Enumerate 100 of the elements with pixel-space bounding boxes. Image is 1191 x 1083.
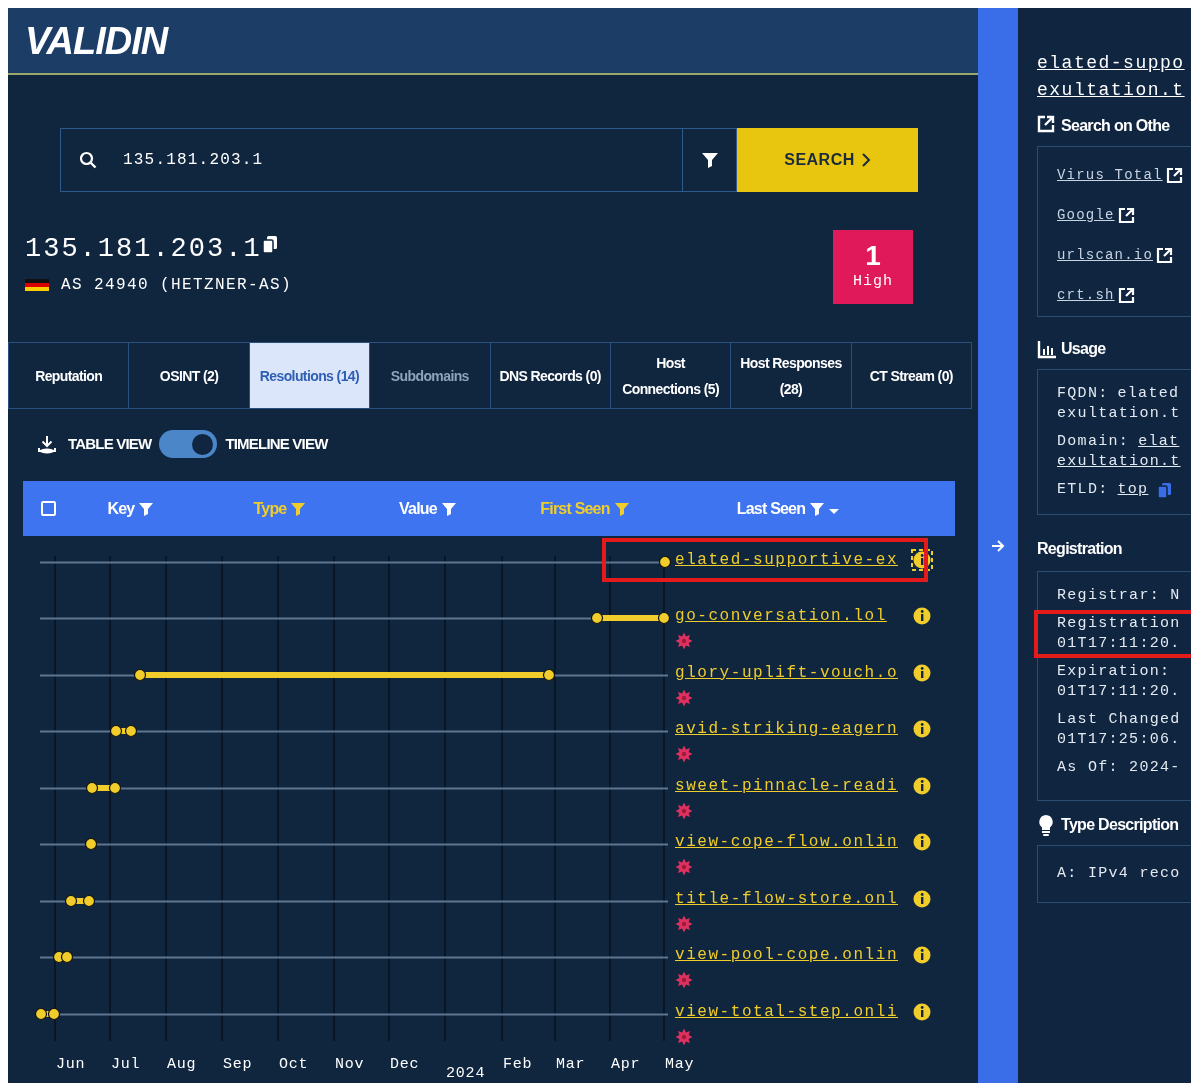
domain-link[interactable]: sweet-pinnacle-readi bbox=[675, 776, 899, 796]
copy-icon[interactable] bbox=[261, 235, 278, 254]
logo[interactable]: VALIDIN bbox=[25, 21, 168, 60]
external-link-icon bbox=[1156, 247, 1173, 264]
registration-value: 01T17:11:20. bbox=[1057, 634, 1182, 654]
timeline-bar[interactable] bbox=[85, 781, 122, 795]
table-view-label: TABLE VIEW bbox=[68, 433, 152, 454]
info-icon[interactable] bbox=[911, 888, 933, 910]
timeline-bar[interactable] bbox=[133, 668, 556, 682]
filter-icon[interactable] bbox=[809, 500, 826, 517]
tab[interactable]: OSINT (2) bbox=[128, 343, 249, 408]
section-heading: Usage bbox=[1061, 339, 1106, 359]
chevron-icon bbox=[860, 153, 871, 167]
filter-icon[interactable] bbox=[138, 500, 155, 517]
timeline-bar[interactable] bbox=[658, 555, 672, 569]
column-header[interactable]: Last Seen bbox=[668, 496, 908, 521]
month-label: Jul bbox=[111, 1055, 141, 1075]
registration-value: 01T17:25:06. bbox=[1057, 730, 1182, 750]
section-heading: Search on Othe bbox=[1061, 116, 1170, 136]
month-label: Mar bbox=[556, 1055, 586, 1075]
info-icon[interactable] bbox=[911, 549, 933, 571]
registration-field: As Of: 2024- bbox=[1057, 758, 1191, 778]
timeline-bar[interactable] bbox=[590, 611, 671, 625]
registration-value: 01T17:11:20. bbox=[1057, 682, 1182, 702]
asn-label: AS 24940 (HETZNER-AS) bbox=[61, 275, 293, 296]
select-all-checkbox[interactable] bbox=[41, 501, 56, 516]
filter-icon[interactable] bbox=[613, 500, 630, 517]
domain-title-link[interactable]: elated-suppo exultation.t bbox=[1037, 50, 1191, 104]
search-field[interactable]: 135.181.203.1 bbox=[60, 128, 683, 192]
tab[interactable]: CT Stream (0) bbox=[850, 343, 971, 408]
field-label: Domain: bbox=[1057, 432, 1130, 452]
registration-field: Expiration: bbox=[1057, 662, 1191, 682]
domain-link[interactable]: view-pool-cope.onlin bbox=[675, 945, 899, 965]
domain-link[interactable]: title-flow-store.onl bbox=[675, 889, 899, 909]
month-label: Dec bbox=[390, 1055, 420, 1075]
info-icon[interactable] bbox=[911, 775, 933, 797]
month-label: Jun bbox=[56, 1055, 86, 1075]
field-link[interactable]: exultation.t bbox=[1057, 452, 1191, 472]
search-link[interactable]: Google bbox=[1057, 205, 1191, 226]
tab[interactable]: Resolutions (14) bbox=[248, 343, 370, 408]
domain-link[interactable]: view-total-step.onli bbox=[675, 1002, 899, 1022]
column-header[interactable]: Key bbox=[56, 496, 206, 521]
external-link-icon bbox=[1165, 167, 1183, 184]
section-heading: Type Description bbox=[1061, 815, 1179, 835]
external-link-icon bbox=[1117, 287, 1135, 304]
external-link-icon bbox=[1117, 207, 1135, 224]
search-link[interactable]: Virus Total bbox=[1057, 165, 1191, 186]
ip-address: 135.181.203.1 bbox=[25, 233, 262, 265]
month-label: Oct bbox=[279, 1055, 309, 1075]
tab[interactable]: Reputation bbox=[9, 343, 129, 408]
sort-caret-icon[interactable] bbox=[829, 509, 840, 514]
tab[interactable]: Host Connections (5) bbox=[609, 343, 731, 408]
flag-icon bbox=[25, 279, 49, 291]
search-link[interactable]: urlscan.io bbox=[1057, 245, 1191, 266]
download-icon[interactable] bbox=[38, 434, 56, 454]
info-icon[interactable] bbox=[911, 1001, 933, 1023]
month-label: Apr bbox=[611, 1055, 641, 1075]
risk-count: 1 bbox=[865, 240, 881, 271]
tab[interactable]: DNS Records (0) bbox=[489, 343, 610, 408]
search-icon bbox=[79, 151, 97, 169]
domain-link[interactable]: view-cope-flow.onlin bbox=[675, 832, 899, 852]
info-icon[interactable] bbox=[911, 605, 933, 627]
registration-field: Registrar: N bbox=[1057, 586, 1191, 606]
filter-icon bbox=[700, 151, 719, 169]
month-label: Feb bbox=[503, 1055, 533, 1075]
filter-icon[interactable] bbox=[290, 500, 307, 517]
timeline-bar[interactable] bbox=[109, 724, 138, 738]
field-link[interactable]: top bbox=[1117, 480, 1149, 500]
month-label: Nov bbox=[335, 1055, 365, 1075]
month-label: Aug bbox=[167, 1055, 197, 1075]
info-icon[interactable] bbox=[911, 944, 933, 966]
type-description-text: A: IPv4 reco bbox=[1057, 864, 1181, 884]
search-link[interactable]: crt.sh bbox=[1057, 285, 1191, 306]
arrow-icon[interactable] bbox=[991, 540, 1005, 552]
tab[interactable]: Host Responses (28) bbox=[730, 343, 851, 408]
timeline-bar[interactable] bbox=[84, 837, 98, 851]
registration-field: Last Changed bbox=[1057, 710, 1191, 730]
domain-link[interactable]: go-conversation.lol bbox=[675, 606, 887, 626]
month-label: Sep bbox=[223, 1055, 253, 1075]
timeline-view-label: TIMELINE VIEW bbox=[225, 433, 328, 454]
info-icon[interactable] bbox=[911, 662, 933, 684]
timeline-bar[interactable] bbox=[34, 1007, 61, 1021]
timeline-bar[interactable] bbox=[64, 894, 96, 908]
registration-field: Registration bbox=[1057, 614, 1191, 634]
timeline-bar[interactable] bbox=[52, 950, 74, 964]
info-icon[interactable] bbox=[911, 718, 933, 740]
domain-link[interactable]: avid-striking-eagern bbox=[675, 719, 899, 739]
risk-level: High bbox=[853, 271, 893, 292]
search-button[interactable]: SEARCH bbox=[737, 128, 918, 192]
field-value: elated bbox=[1117, 384, 1180, 404]
domain-link[interactable]: glory-uplift-vouch.o bbox=[675, 663, 899, 683]
section-heading: Registration bbox=[1037, 539, 1122, 559]
filter-icon[interactable] bbox=[440, 500, 457, 517]
domain-link[interactable]: elated-supportive-ex bbox=[675, 550, 899, 570]
view-toggle[interactable] bbox=[159, 430, 218, 458]
info-icon[interactable] bbox=[911, 831, 933, 853]
field-link[interactable]: elat bbox=[1138, 432, 1180, 452]
field-label: ETLD: bbox=[1057, 480, 1109, 500]
field-value: exultation.t bbox=[1057, 404, 1182, 424]
column-header[interactable]: Value bbox=[354, 496, 502, 521]
